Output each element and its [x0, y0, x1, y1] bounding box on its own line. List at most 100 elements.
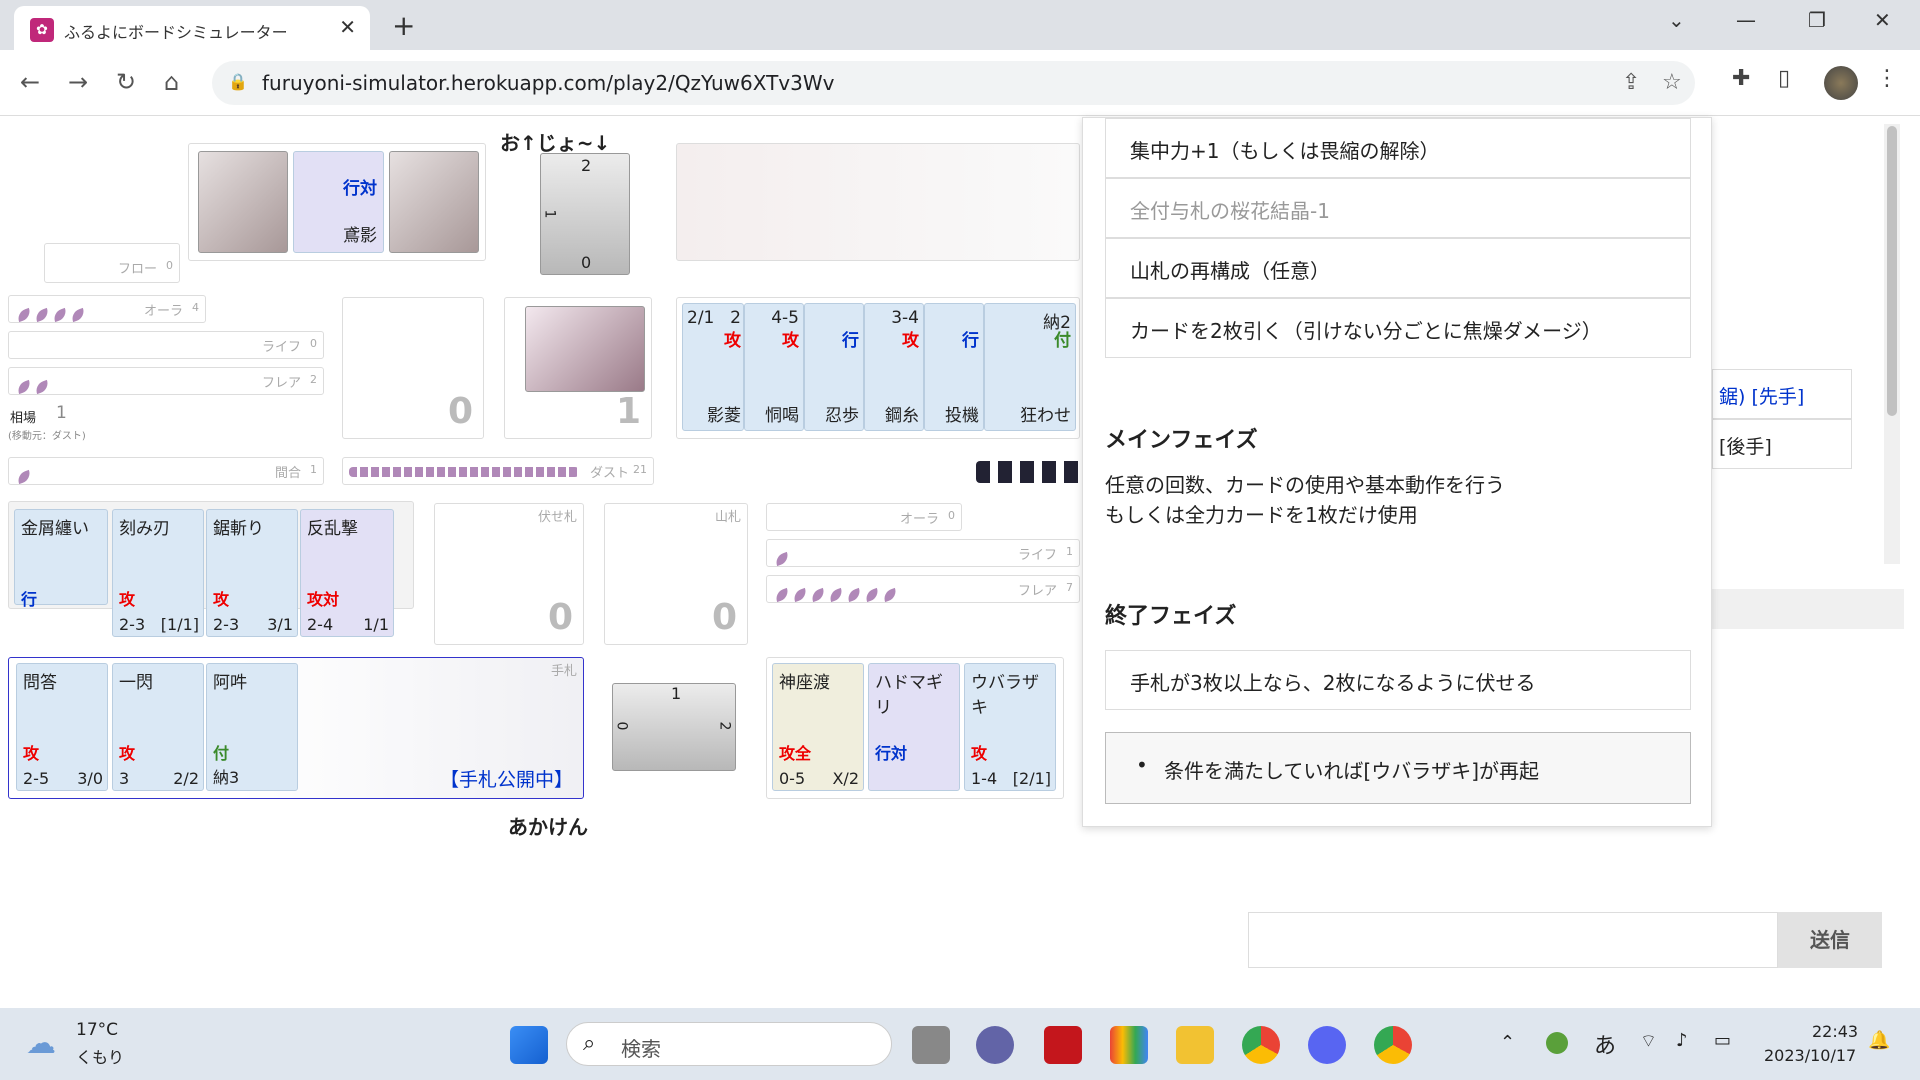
tab-search-button[interactable]: ⌄ [1668, 8, 1685, 32]
player2-info: [後手] [1712, 419, 1852, 469]
reload-icon[interactable]: ↻ [116, 68, 136, 96]
opponent-revealed-card[interactable]: 4-5 攻 恫喝 [744, 303, 804, 431]
player1-suffix: 鋸) [先手] [1719, 386, 1805, 408]
end-phase-title: 終了フェイズ [1105, 604, 1237, 629]
ime-indicator[interactable]: あ [1594, 1028, 1616, 1060]
chrome-icon[interactable] [1242, 1026, 1280, 1064]
acrobat-icon[interactable] [1044, 1026, 1082, 1064]
opponent-pile-card[interactable]: 2 0 1 [540, 153, 630, 275]
life-petals [773, 549, 793, 568]
clock-date[interactable]: 2023/10/17 [1764, 1046, 1856, 1065]
card-range: 2-4 [307, 615, 334, 634]
dust-zone: ダスト 21 [342, 457, 654, 485]
aura-value: 0 [948, 509, 955, 522]
special-card[interactable]: 神座渡 攻全 0-5 X/2 [772, 663, 864, 791]
opponent-revealed-card[interactable]: 行 投機 [924, 303, 984, 431]
taskbar-search[interactable]: ⌕ 検索 [566, 1022, 892, 1066]
clock-time[interactable]: 22:43 [1812, 1022, 1858, 1041]
card-damage: X/2 [832, 769, 859, 788]
pile-top: 1 [671, 684, 682, 703]
special-card[interactable]: ハドマギリ 行対 [868, 663, 960, 791]
share-icon[interactable]: ⇪ [1622, 70, 1640, 95]
opponent-revealed-card[interactable]: 3-4 攻 鋼糸 [864, 303, 924, 431]
file-explorer-icon[interactable] [1176, 1026, 1214, 1064]
page-scrollbar[interactable] [1884, 124, 1900, 564]
card-name: 刻み刃 [119, 519, 170, 539]
ma-zone: 間合 1 [8, 457, 324, 485]
battery-icon[interactable]: ▭ [1714, 1030, 1731, 1051]
opponent-revealed-card[interactable]: 行 忍歩 [804, 303, 864, 431]
player-aura-zone: オーラ 0 [766, 503, 962, 531]
bookmark-star-icon[interactable]: ☆ [1662, 70, 1682, 95]
app-tray-icon[interactable] [1546, 1032, 1568, 1054]
player-fuse-zone: 伏せ札 0 [434, 503, 584, 645]
card-type: 行対 [875, 744, 908, 763]
forward-icon[interactable]: → [68, 68, 88, 96]
end-phase-step: 手札が3枚以上なら、2枚になるように伏せる [1105, 650, 1691, 710]
hand-card[interactable]: 問答 攻 2-5 3/0 [16, 663, 108, 791]
flare-label: フレア [261, 376, 301, 391]
card-name: 一閃 [119, 673, 153, 693]
life-value: 0 [310, 337, 317, 350]
speaker-icon[interactable]: ♪ [1676, 1030, 1688, 1051]
chevron-up-icon[interactable]: ⌃ [1500, 1032, 1515, 1053]
hand-card[interactable]: 一閃 攻 3 2/2 [112, 663, 204, 791]
card-range: 0-5 [779, 769, 806, 788]
chat-input[interactable] [1248, 912, 1778, 968]
side-panel-icon[interactable]: ▯ [1778, 66, 1790, 91]
player-used-card[interactable]: 金屑纏い 行 [14, 509, 108, 609]
scrollbar-thumb[interactable] [1887, 126, 1897, 416]
opponent-revealed-card[interactable]: 納2 付 狂わせ [984, 303, 1076, 431]
opponent-deck-zone: 0 [342, 297, 484, 439]
concentration-tokens[interactable] [976, 461, 1082, 483]
extensions-icon[interactable]: ✚ [1732, 66, 1750, 91]
aura-label: オーラ [899, 512, 939, 527]
wifi-icon[interactable]: ⌔ [1640, 1030, 1657, 1053]
minimize-button[interactable]: — [1736, 8, 1756, 32]
cloud-icon[interactable]: ☁ [26, 1026, 56, 1061]
back-icon[interactable]: ← [20, 68, 40, 96]
fuse-label: 伏せ札 [537, 510, 577, 525]
new-tab-button[interactable]: + [392, 9, 415, 42]
opponent-discard-zone: 1 [504, 297, 652, 439]
player-used-card[interactable]: 鋸斬り 攻 2-3 3/1 [206, 509, 298, 637]
notification-bell-icon[interactable]: 🔔 [1868, 1030, 1890, 1051]
special-card[interactable]: ウバラザキ 攻 1-4 [2/1] [964, 663, 1056, 791]
opponent-card-back[interactable] [198, 151, 288, 253]
opponent-card-back[interactable] [389, 151, 479, 253]
player-pile-card[interactable]: 1 0 2 [612, 683, 736, 771]
lock-icon[interactable]: 🔒 [228, 72, 248, 91]
player-used-card[interactable]: 刻み刃 攻 2-3 [1/1] [112, 509, 204, 637]
hand-card[interactable]: 阿吽 付 納3 [206, 663, 298, 791]
discard-top-card[interactable] [525, 306, 645, 392]
send-button[interactable]: 送信 [1778, 912, 1882, 968]
windows-start-icon[interactable] [510, 1026, 548, 1064]
opponent-used-card[interactable]: 行対 鳶影 [293, 151, 384, 253]
flare-value: 2 [310, 373, 317, 386]
opponent-revealed-card[interactable]: 2/1 2 攻 影菱 [682, 303, 744, 431]
browser-tab[interactable]: ✿ ふるよにボードシミュレーター ✕ [14, 6, 370, 50]
weather-temp[interactable]: 17°C [76, 1020, 118, 1040]
chrome-profile-icon[interactable] [1374, 1026, 1412, 1064]
restore-button[interactable]: ❐ [1808, 8, 1826, 32]
discord-icon[interactable] [1308, 1026, 1346, 1064]
weather-desc[interactable]: くもり [76, 1044, 124, 1068]
address-bar[interactable]: 🔒 furuyoni-simulator.herokuapp.com/play2… [212, 61, 1695, 105]
card-name: 鋼糸 [885, 406, 919, 426]
url-text[interactable]: furuyoni-simulator.herokuapp.com/play2/Q… [262, 71, 834, 95]
card-range: 2-5 [23, 769, 50, 788]
player-used-card[interactable]: 反乱撃 攻対 2-4 1/1 [300, 509, 394, 637]
pile-left: 1 [541, 209, 558, 219]
tab-close-icon[interactable]: ✕ [339, 15, 356, 39]
flow-label: フロー [117, 262, 157, 277]
task-view-icon[interactable] [912, 1026, 950, 1064]
opponent-character-art [676, 143, 1080, 261]
card-type: 付 [1054, 331, 1071, 351]
close-window-button[interactable]: ✕ [1874, 8, 1891, 32]
gmail-icon[interactable] [1110, 1026, 1148, 1064]
card-type: 攻全 [779, 744, 812, 763]
profile-avatar[interactable] [1824, 66, 1858, 100]
home-icon[interactable]: ⌂ [164, 68, 179, 96]
teams-icon[interactable] [976, 1026, 1014, 1064]
menu-kebab-icon[interactable]: ⋮ [1876, 66, 1898, 91]
